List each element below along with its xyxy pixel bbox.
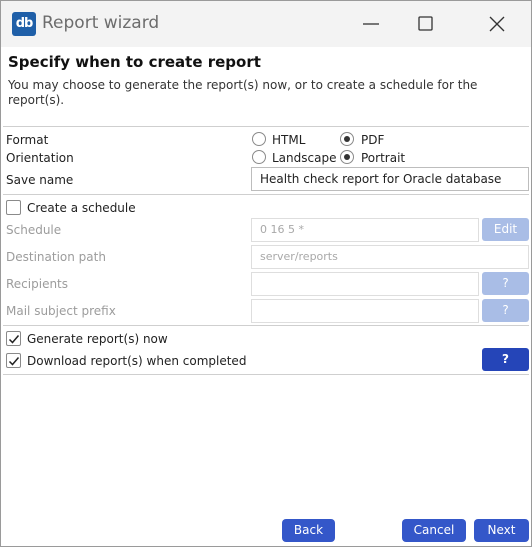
- download-help-button[interactable]: ?: [482, 348, 529, 371]
- back-button[interactable]: Back: [282, 519, 335, 542]
- format-html-radio[interactable]: [252, 132, 266, 146]
- generate-now-label[interactable]: Generate report(s) now: [27, 332, 168, 346]
- checkmark-icon: [8, 335, 20, 344]
- divider: [3, 126, 529, 127]
- save-name-label: Save name: [6, 173, 74, 187]
- orientation-label: Orientation: [6, 151, 74, 165]
- next-button[interactable]: Next: [474, 519, 529, 542]
- divider: [3, 374, 529, 375]
- minimize-button[interactable]: [348, 1, 394, 47]
- download-when-completed-checkbox[interactable]: [6, 353, 21, 368]
- maximize-icon: [418, 16, 433, 31]
- schedule-input[interactable]: 0 16 5 *: [251, 218, 479, 242]
- mail-subject-prefix-input[interactable]: [251, 299, 479, 323]
- report-wizard-window: db Report wizard Specify when to create …: [0, 0, 532, 547]
- minimize-icon: [363, 23, 379, 25]
- divider: [3, 194, 529, 195]
- page-description: You may choose to generate the report(s)…: [8, 78, 478, 107]
- format-label: Format: [6, 133, 49, 147]
- format-html-label[interactable]: HTML: [272, 133, 305, 147]
- orientation-landscape-label[interactable]: Landscape: [272, 151, 336, 165]
- download-when-completed-label[interactable]: Download report(s) when completed: [27, 354, 246, 368]
- title-bar[interactable]: db Report wizard: [1, 1, 531, 47]
- divider: [3, 325, 529, 326]
- cancel-button[interactable]: Cancel: [402, 519, 466, 542]
- recipients-label: Recipients: [6, 277, 69, 291]
- checkmark-icon: [8, 357, 20, 366]
- orientation-portrait-radio[interactable]: [340, 150, 354, 164]
- orientation-landscape-radio[interactable]: [252, 150, 266, 164]
- mail-subject-help-button[interactable]: ?: [482, 299, 529, 322]
- app-logo-icon: db: [12, 12, 36, 36]
- edit-schedule-button[interactable]: Edit: [482, 218, 529, 241]
- close-button[interactable]: [474, 1, 520, 47]
- destination-path-label: Destination path: [6, 250, 106, 264]
- close-icon: [489, 16, 505, 32]
- schedule-label: Schedule: [6, 223, 62, 237]
- orientation-portrait-label[interactable]: Portrait: [361, 151, 405, 165]
- save-name-input[interactable]: Health check report for Oracle database: [251, 167, 529, 191]
- destination-path-input[interactable]: server/reports: [251, 245, 529, 269]
- format-pdf-label[interactable]: PDF: [361, 133, 384, 147]
- format-pdf-radio[interactable]: [340, 132, 354, 146]
- mail-subject-prefix-label: Mail subject prefix: [6, 304, 116, 318]
- page-heading: Specify when to create report: [8, 53, 261, 71]
- recipients-input[interactable]: [251, 272, 479, 296]
- maximize-button[interactable]: [403, 1, 449, 47]
- create-schedule-label[interactable]: Create a schedule: [27, 201, 136, 215]
- recipients-help-button[interactable]: ?: [482, 272, 529, 295]
- window-title: Report wizard: [42, 13, 160, 33]
- create-schedule-checkbox[interactable]: [6, 200, 21, 215]
- generate-now-checkbox[interactable]: [6, 331, 21, 346]
